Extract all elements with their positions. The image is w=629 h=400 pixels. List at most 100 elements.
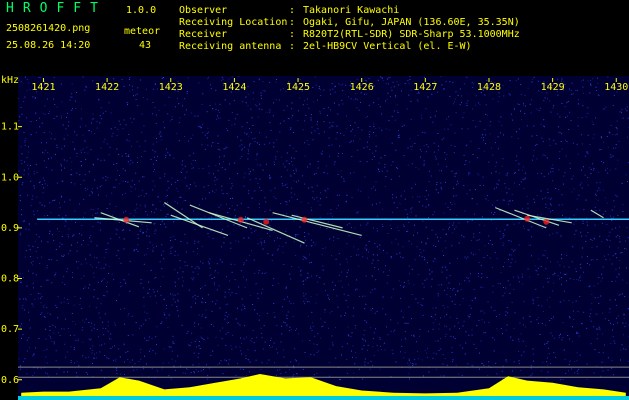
noise-speck [277,352,279,354]
noise-speck [551,318,553,319]
noise-speck [490,306,492,308]
noise-speck [521,276,523,278]
noise-speck [34,241,36,243]
noise-speck [155,230,157,232]
noise-speck [449,275,451,277]
noise-speck [396,110,398,112]
noise-speck [341,176,343,178]
noise-speck [88,287,90,289]
noise-speck [625,174,627,176]
noise-speck [164,104,166,106]
noise-speck [164,173,166,175]
noise-speck [115,206,117,207]
noise-speck [539,226,541,228]
noise-speck [540,266,542,267]
noise-speck [541,323,543,324]
noise-speck [306,277,308,278]
noise-speck [548,277,550,279]
noise-speck [536,319,538,321]
noise-speck [453,187,455,189]
noise-speck [326,165,328,167]
noise-speck [114,322,116,324]
noise-speck [440,186,442,188]
noise-speck [423,163,425,165]
noise-speck [84,286,86,288]
noise-speck [171,119,173,120]
noise-speck [200,327,202,329]
noise-speck [291,215,293,217]
noise-speck [618,141,620,142]
noise-speck [517,138,519,139]
noise-speck [142,231,143,233]
noise-speck [540,190,542,192]
noise-speck [122,168,124,170]
noise-speck [241,353,243,355]
noise-speck [166,189,168,191]
noise-speck [375,189,376,191]
noise-speck [366,224,368,226]
noise-speck [45,338,47,340]
noise-speck [128,313,130,315]
noise-speck [577,125,579,127]
noise-speck [197,273,199,275]
noise-speck [425,151,427,153]
noise-speck [298,363,300,365]
noise-speck [171,246,173,248]
noise-speck [495,316,497,317]
noise-speck [198,353,200,355]
noise-speck [446,364,448,366]
noise-speck [241,126,243,128]
noise-speck [346,343,348,345]
noise-speck [116,373,118,375]
noise-speck [501,124,503,126]
noise-speck [335,85,336,87]
noise-speck [398,175,400,177]
noise-speck [520,110,521,112]
noise-speck [334,102,335,104]
noise-speck [537,317,539,319]
noise-speck [54,153,56,155]
noise-speck [586,151,588,153]
noise-speck [50,138,52,139]
noise-speck [146,340,148,342]
noise-speck [416,246,418,248]
noise-speck [225,311,227,313]
noise-speck [437,295,439,297]
noise-speck [76,361,78,363]
noise-speck [282,163,284,165]
noise-speck [477,157,479,159]
noise-speck [558,131,560,133]
noise-speck [253,342,255,344]
noise-speck [507,172,509,174]
noise-speck [615,268,617,270]
noise-speck [293,180,295,182]
noise-speck [354,363,356,365]
noise-speck [216,300,218,302]
noise-speck [385,176,387,178]
noise-speck [373,332,375,334]
noise-speck [217,143,219,144]
noise-speck [93,289,95,291]
noise-speck [113,163,115,165]
noise-speck [566,115,568,117]
noise-speck [375,203,377,205]
noise-speck [399,203,401,205]
noise-speck [123,229,125,231]
noise-speck [21,113,23,115]
noise-speck [48,113,50,114]
noise-speck [419,196,421,198]
noise-speck [246,336,248,338]
noise-speck [138,180,140,182]
noise-speck [298,180,300,182]
noise-speck [323,89,325,91]
noise-speck [353,172,355,174]
noise-speck [395,149,397,151]
noise-speck [46,267,48,269]
noise-speck [19,234,21,236]
noise-speck [227,225,229,227]
noise-speck [338,378,340,380]
noise-speck [123,344,125,346]
noise-speck [337,204,339,206]
noise-speck [289,369,290,371]
noise-speck [561,254,562,256]
